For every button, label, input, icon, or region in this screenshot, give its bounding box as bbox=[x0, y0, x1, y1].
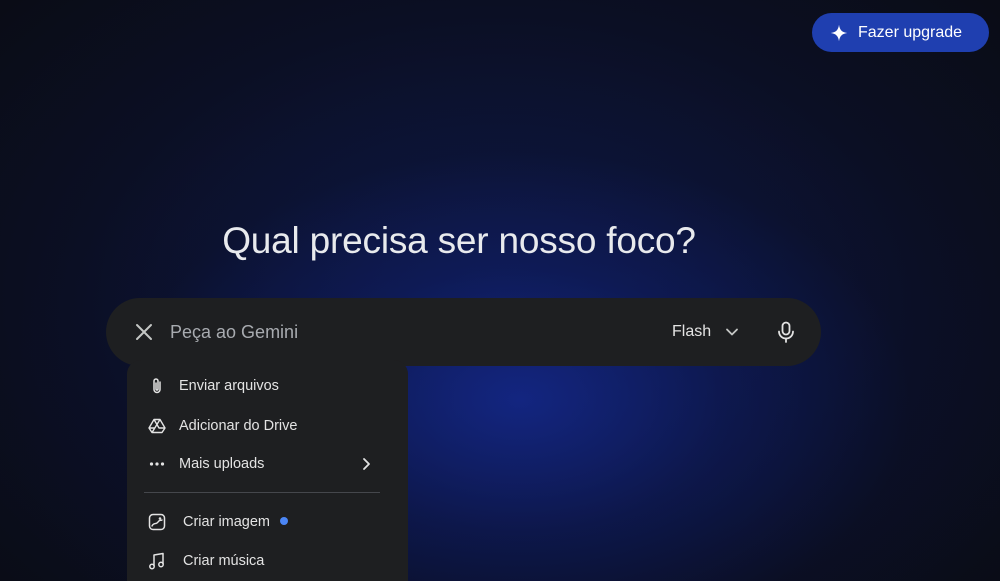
menu-divider bbox=[144, 492, 380, 493]
menu-item-more-uploads[interactable]: Mais uploads bbox=[127, 445, 408, 483]
microphone-icon bbox=[776, 321, 796, 343]
model-label: Flash bbox=[672, 323, 712, 340]
microphone-button[interactable] bbox=[774, 320, 798, 344]
new-badge-dot bbox=[280, 517, 289, 526]
menu-item-label: Criar imagem bbox=[183, 514, 271, 530]
upgrade-label: Fazer upgrade bbox=[858, 23, 963, 41]
paperclip-icon bbox=[147, 376, 167, 396]
menu-item-upload-files[interactable]: Enviar arquivos bbox=[127, 367, 408, 405]
menu-item-create-image[interactable]: Criar imagem bbox=[127, 503, 408, 541]
upload-menu: Enviar arquivos Adicionar do Drive Mais … bbox=[127, 360, 408, 581]
sparkle-icon bbox=[830, 24, 848, 42]
menu-item-label: Enviar arquivos bbox=[179, 378, 279, 394]
drive-icon bbox=[147, 416, 167, 436]
menu-item-label: Mais uploads bbox=[179, 456, 265, 472]
chevron-down-icon bbox=[725, 325, 739, 339]
chevron-right-icon bbox=[359, 457, 373, 471]
close-icon bbox=[135, 323, 153, 341]
menu-item-add-from-drive[interactable]: Adicionar do Drive bbox=[127, 407, 408, 445]
prompt-input[interactable] bbox=[170, 319, 650, 345]
image-create-icon bbox=[147, 512, 167, 532]
upgrade-button[interactable]: Fazer upgrade bbox=[812, 13, 989, 52]
menu-item-label: Adicionar do Drive bbox=[179, 418, 298, 434]
close-button[interactable] bbox=[132, 320, 156, 344]
menu-item-label: Criar música bbox=[183, 553, 265, 569]
menu-item-create-music[interactable]: Criar música bbox=[127, 542, 408, 580]
page-title: Qual precisa ser nosso foco? bbox=[222, 220, 696, 261]
model-selector[interactable]: Flash bbox=[672, 318, 739, 346]
more-horizontal-icon bbox=[147, 454, 167, 474]
menu-item-create-image-label: Criar imagem bbox=[183, 514, 289, 530]
music-note-icon bbox=[147, 551, 167, 571]
